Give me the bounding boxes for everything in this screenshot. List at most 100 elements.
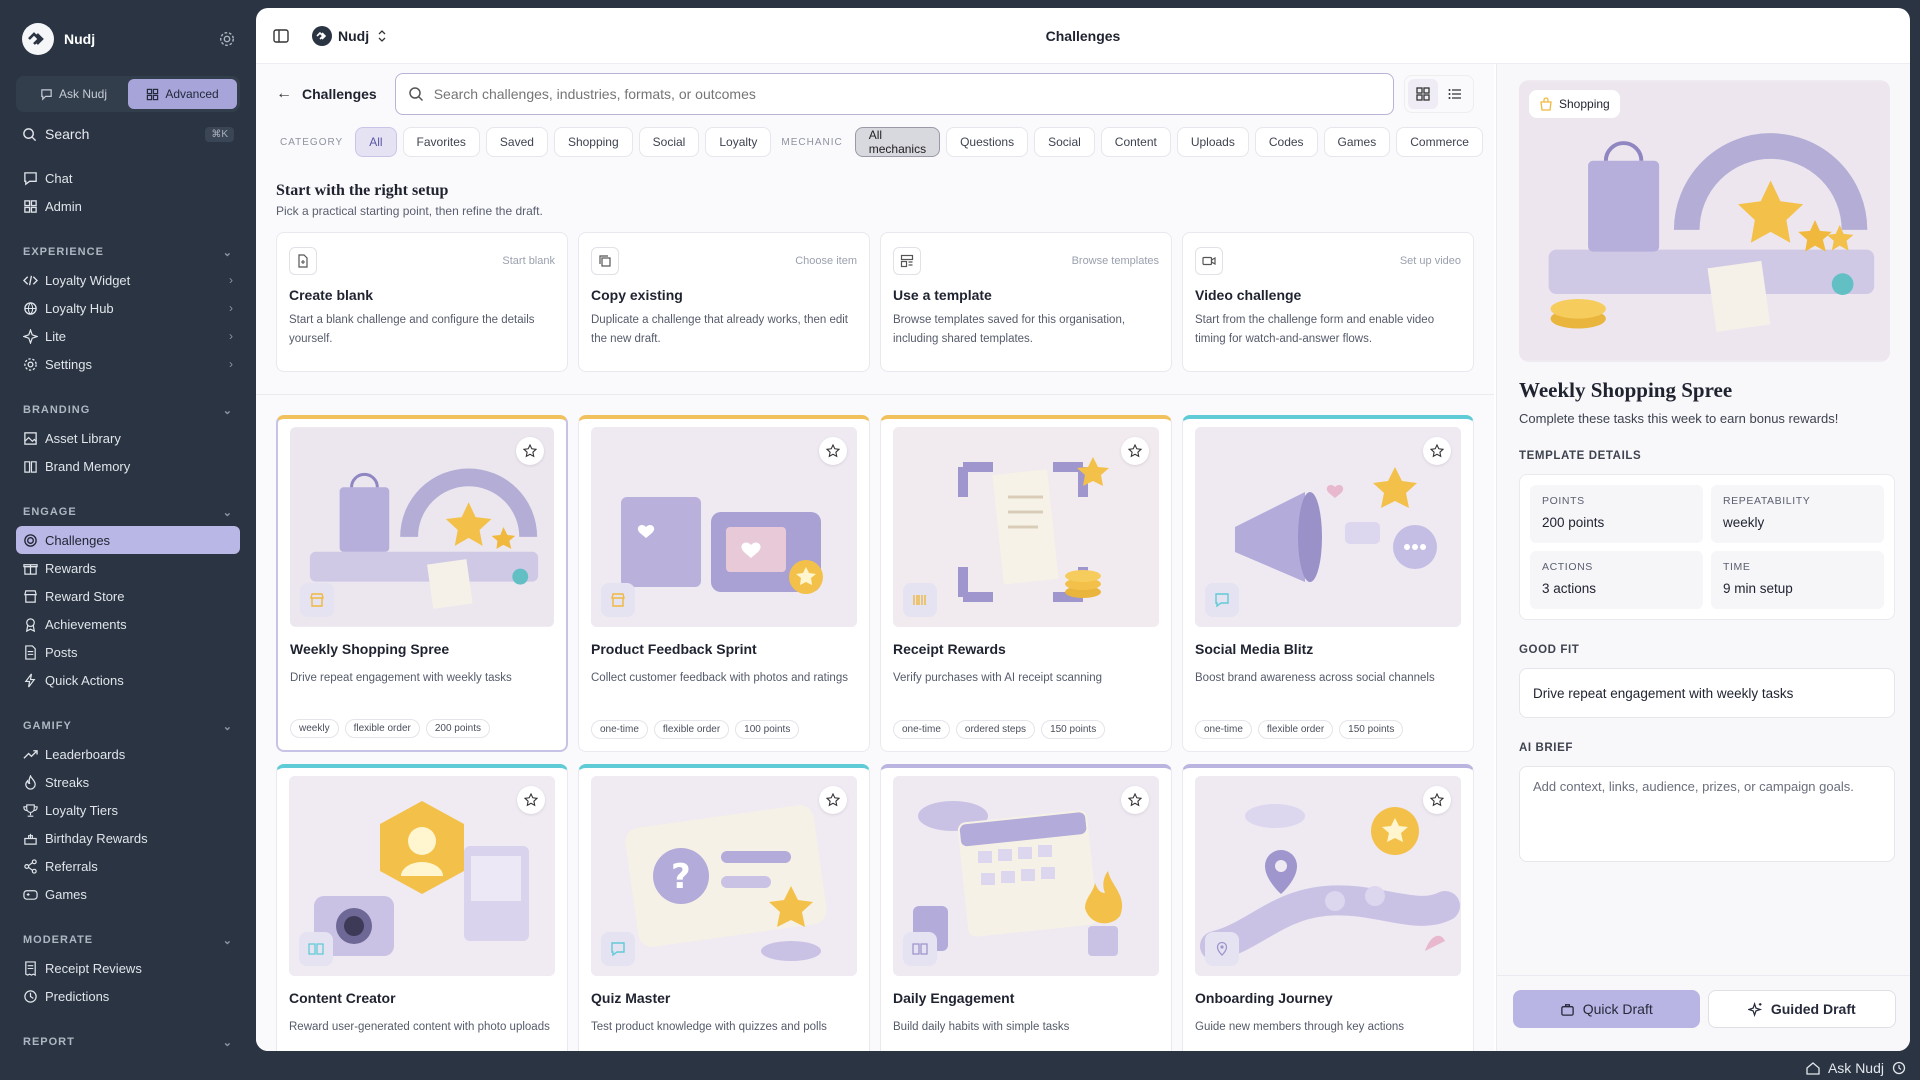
sidebar-item-leaderboards[interactable]: Leaderboards bbox=[16, 740, 240, 768]
category-chip-social[interactable]: Social bbox=[638, 127, 700, 157]
stat-actions: ACTIONS 3 actions bbox=[1530, 551, 1703, 609]
ask-nudj-footer-button[interactable]: Ask Nudj bbox=[1806, 1060, 1906, 1076]
nudj-logo[interactable] bbox=[22, 23, 54, 55]
advanced-mode-button[interactable]: Advanced bbox=[128, 79, 237, 109]
award-icon bbox=[25, 617, 36, 632]
sidebar-item-streaks[interactable]: Streaks bbox=[16, 768, 240, 796]
favorite-star-icon[interactable] bbox=[1121, 786, 1149, 814]
template-card-weekly-shopping-spree[interactable]: Weekly Shopping Spree Drive repeat engag… bbox=[276, 415, 568, 752]
list-icon bbox=[1448, 89, 1461, 99]
sidebar-search[interactable]: Search ⌘K bbox=[16, 120, 240, 148]
sidebar-item-predictions[interactable]: Predictions bbox=[16, 982, 240, 1010]
gear-icon[interactable] bbox=[218, 30, 236, 48]
favorite-star-icon[interactable] bbox=[819, 437, 847, 465]
chevron-down-icon: ⌄ bbox=[222, 506, 233, 519]
setup-card-create-blank[interactable]: Start blank Create blank Start a blank c… bbox=[276, 232, 568, 372]
sidebar-item-loyalty-hub[interactable]: Loyalty Hub › bbox=[16, 294, 240, 322]
sidebar-item-referrals[interactable]: Referrals bbox=[16, 852, 240, 880]
section-title: MODERATE bbox=[23, 934, 94, 946]
sidebar-item-reward-store[interactable]: Reward Store bbox=[16, 582, 240, 610]
setup-card-copy-existing[interactable]: Choose item Copy existing Duplicate a ch… bbox=[578, 232, 870, 372]
grid-view-button[interactable] bbox=[1408, 79, 1438, 109]
setup-action: Browse templates bbox=[1071, 255, 1159, 267]
section-report[interactable]: REPORT ⌄ bbox=[16, 1028, 240, 1056]
sidebar-item-games[interactable]: Games bbox=[16, 880, 240, 908]
mechanic-chip-uploads[interactable]: Uploads bbox=[1176, 127, 1249, 157]
setup-card-use-template[interactable]: Browse templates Use a template Browse t… bbox=[880, 232, 1172, 372]
section-gamify[interactable]: GAMIFY ⌄ bbox=[16, 712, 240, 740]
template-card-quiz-master[interactable]: ? Quiz Master Test product knowledge wit… bbox=[578, 764, 870, 1051]
list-view-button[interactable] bbox=[1440, 79, 1470, 109]
favorite-star-icon[interactable] bbox=[516, 437, 544, 465]
ask-nudj-mode-button[interactable]: Ask Nudj bbox=[19, 79, 128, 109]
tag-repeatability: weekly bbox=[290, 719, 339, 738]
template-tags: one-time flexible order 150 points bbox=[1195, 720, 1404, 739]
favorite-star-icon[interactable] bbox=[1423, 437, 1451, 465]
category-chip-saved[interactable]: Saved bbox=[485, 127, 548, 157]
section-engage[interactable]: ENGAGE ⌄ bbox=[16, 498, 240, 526]
sidebar-item-chat[interactable]: Chat bbox=[16, 164, 240, 192]
setup-action: Start blank bbox=[502, 255, 555, 267]
favorite-star-icon[interactable] bbox=[1121, 437, 1149, 465]
template-card-product-feedback-sprint[interactable]: Product Feedback Sprint Collect customer… bbox=[578, 415, 870, 752]
template-card-social-media-blitz[interactable]: Social Media Blitz Boost brand awareness… bbox=[1182, 415, 1474, 752]
mechanic-chip-commerce[interactable]: Commerce bbox=[1396, 127, 1483, 157]
template-card-content-creator[interactable]: Content Creator Reward user-generated co… bbox=[276, 764, 568, 1051]
mechanic-chip-games[interactable]: Games bbox=[1323, 127, 1391, 157]
mechanic-chip-codes[interactable]: Codes bbox=[1254, 127, 1318, 157]
sidebar-item-label: Birthday Rewards bbox=[45, 830, 148, 846]
template-card-receipt-rewards[interactable]: Receipt Rewards Verify purchases with AI… bbox=[880, 415, 1172, 752]
mechanic-chip-social[interactable]: Social bbox=[1034, 127, 1095, 157]
favorite-star-icon[interactable] bbox=[517, 786, 545, 814]
template-tags: one-time ordered steps 150 points bbox=[893, 720, 1106, 739]
favorite-star-icon[interactable] bbox=[819, 786, 847, 814]
sidebar-item-brand-memory[interactable]: Brand Memory bbox=[16, 452, 240, 480]
back-arrow-icon[interactable]: ← bbox=[276, 85, 292, 103]
document-icon bbox=[25, 644, 36, 660]
sidebar-item-lite[interactable]: Lite › bbox=[16, 322, 240, 350]
flame-icon bbox=[25, 774, 36, 790]
sidebar-item-challenges[interactable]: Challenges bbox=[16, 526, 240, 554]
sidebar-item-receipt-reviews[interactable]: Receipt Reviews bbox=[16, 954, 240, 982]
sidebar-item-label: Games bbox=[45, 886, 87, 902]
search-input[interactable] bbox=[433, 86, 1381, 102]
template-detail-panel: Shopping Weekly Shopping Spree Complete … bbox=[1496, 64, 1910, 1051]
sidebar-item-achievements[interactable]: Achievements bbox=[16, 610, 240, 638]
sidebar-item-loyalty-tiers[interactable]: Loyalty Tiers bbox=[16, 796, 240, 824]
sidebar-item-settings[interactable]: Settings › bbox=[16, 350, 240, 378]
category-chip-favorites[interactable]: Favorites bbox=[402, 127, 480, 157]
sidebar-item-loyalty-widget[interactable]: Loyalty Widget › bbox=[16, 266, 240, 294]
quick-draft-button[interactable]: Quick Draft bbox=[1513, 990, 1700, 1028]
mechanic-chip-all[interactable]: All mechanics bbox=[854, 127, 941, 157]
sidebar-item-label: Loyalty Tiers bbox=[45, 802, 118, 818]
template-title: Weekly Shopping Spree bbox=[290, 641, 450, 657]
category-chip-shopping[interactable]: Shopping bbox=[553, 127, 633, 157]
sidebar-item-birthday-rewards[interactable]: Birthday Rewards bbox=[16, 824, 240, 852]
section-branding[interactable]: BRANDING ⌄ bbox=[16, 396, 240, 424]
category-chip-loyalty[interactable]: Loyalty bbox=[705, 127, 772, 157]
setup-card-title: Copy existing bbox=[591, 287, 683, 303]
sidebar-item-quick-actions[interactable]: Quick Actions bbox=[16, 666, 240, 694]
template-card-daily-engagement[interactable]: Daily Engagement Build daily habits with… bbox=[880, 764, 1172, 1051]
guided-draft-button[interactable]: Guided Draft bbox=[1707, 990, 1896, 1028]
org-switcher[interactable]: Nudj bbox=[312, 25, 389, 46]
stat-label: POINTS bbox=[1542, 495, 1585, 507]
section-experience[interactable]: EXPERIENCE ⌄ bbox=[16, 238, 240, 266]
search-shortcut: ⌘K bbox=[205, 126, 234, 142]
briefcase-icon bbox=[1560, 1003, 1574, 1016]
favorite-star-icon[interactable] bbox=[1423, 786, 1451, 814]
setup-card-video-challenge[interactable]: Set up video Video challenge Start from … bbox=[1182, 232, 1474, 372]
tag-repeatability: one-time bbox=[591, 720, 648, 739]
section-moderate[interactable]: MODERATE ⌄ bbox=[16, 926, 240, 954]
template-title: Product Feedback Sprint bbox=[591, 641, 757, 657]
sidebar-item-posts[interactable]: Posts bbox=[16, 638, 240, 666]
template-card-onboarding-journey[interactable]: Onboarding Journey Guide new members thr… bbox=[1182, 764, 1474, 1051]
sidebar-item-asset-library[interactable]: Asset Library bbox=[16, 424, 240, 452]
category-chip-all[interactable]: All bbox=[355, 127, 397, 157]
mechanic-chip-questions[interactable]: Questions bbox=[946, 127, 1029, 157]
ai-brief-input[interactable] bbox=[1533, 779, 1881, 849]
sidebar-toggle-icon[interactable] bbox=[272, 27, 290, 45]
sidebar-item-rewards[interactable]: Rewards bbox=[16, 554, 240, 582]
sidebar-item-admin[interactable]: Admin bbox=[16, 192, 240, 220]
mechanic-chip-content[interactable]: Content bbox=[1100, 127, 1171, 157]
